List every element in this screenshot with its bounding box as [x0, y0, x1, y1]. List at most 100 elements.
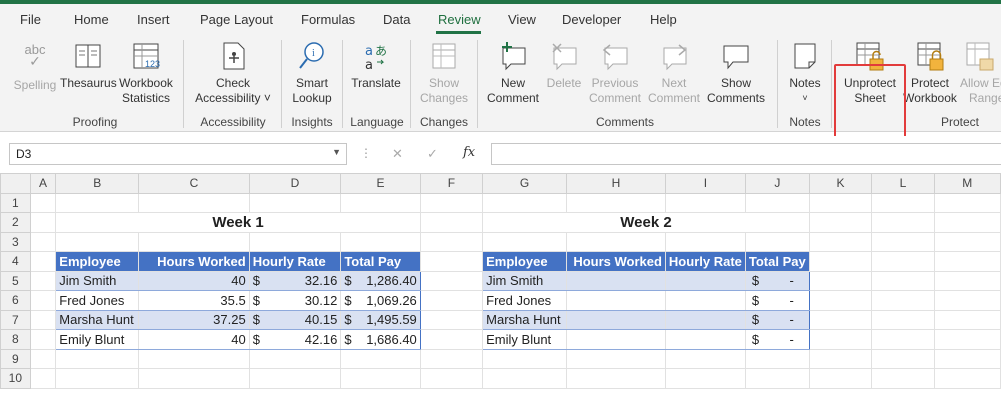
week1-pay-cell[interactable]: $1,495.59	[340, 309, 421, 330]
week1-pay-cell[interactable]: $1,286.40	[340, 270, 421, 291]
cell[interactable]	[29, 251, 57, 272]
row-header[interactable]: 8	[0, 329, 31, 350]
cell[interactable]	[29, 212, 57, 233]
week1-header-employee[interactable]: Employee	[55, 251, 140, 272]
cell[interactable]	[664, 192, 746, 213]
thesaurus-button[interactable]: Thesaurus	[60, 40, 117, 91]
previous-comment-button[interactable]: Previous Comment	[586, 40, 644, 106]
cell[interactable]	[871, 212, 935, 233]
tab-page-layout[interactable]: Page Layout	[200, 12, 273, 27]
cell[interactable]	[933, 348, 1001, 369]
cell[interactable]	[871, 251, 935, 272]
week1-hours-cell[interactable]: 40	[138, 270, 250, 291]
cell[interactable]	[871, 192, 935, 213]
cell[interactable]	[808, 348, 873, 369]
week1-pay-cell[interactable]: $1,686.40	[340, 329, 421, 350]
name-box[interactable]: D3 ▼	[9, 143, 347, 165]
column-header[interactable]: G	[482, 173, 568, 194]
new-comment-button[interactable]: New Comment	[484, 40, 542, 106]
cell[interactable]	[808, 192, 873, 213]
week2-title[interactable]: Week 2	[482, 212, 810, 233]
row-header[interactable]: 4	[0, 251, 31, 272]
week2-rate-cell[interactable]	[664, 309, 746, 330]
cell[interactable]	[933, 270, 1001, 291]
cell[interactable]	[340, 368, 421, 389]
week1-header-rate[interactable]: Hourly Rate	[248, 251, 342, 272]
row-header[interactable]: 3	[0, 231, 31, 252]
column-header[interactable]: B	[55, 173, 140, 194]
row-header[interactable]: 5	[0, 270, 31, 291]
cell[interactable]	[482, 348, 568, 369]
row-header[interactable]: 6	[0, 290, 31, 311]
week1-rate-cell[interactable]: $32.16	[248, 270, 342, 291]
cell[interactable]	[138, 231, 250, 252]
cell[interactable]	[933, 192, 1001, 213]
cell[interactable]	[55, 231, 140, 252]
check-accessibility-button[interactable]: Check Accessibility ˅	[190, 40, 276, 106]
column-header[interactable]: M	[933, 173, 1001, 194]
cell[interactable]	[808, 290, 873, 311]
cell[interactable]	[933, 251, 1001, 272]
cell[interactable]	[871, 329, 935, 350]
chevron-down-icon[interactable]: ▼	[332, 147, 341, 157]
week2-hours-cell[interactable]	[566, 270, 666, 291]
cell[interactable]	[419, 192, 484, 213]
row-header[interactable]: 2	[0, 212, 31, 233]
cell[interactable]	[55, 192, 140, 213]
cell[interactable]	[744, 348, 810, 369]
cell[interactable]	[871, 309, 935, 330]
cell[interactable]	[482, 231, 568, 252]
week2-hours-cell[interactable]	[566, 329, 666, 350]
cell[interactable]	[419, 309, 484, 330]
cell[interactable]	[419, 212, 484, 233]
week1-employee-cell[interactable]: Marsha Hunt	[55, 309, 140, 330]
cell[interactable]	[808, 270, 873, 291]
cell[interactable]	[482, 368, 568, 389]
cell[interactable]	[340, 348, 421, 369]
week2-pay-cell[interactable]: $ -	[744, 290, 810, 311]
week2-header-pay[interactable]: Total Pay	[744, 251, 810, 272]
workbook-statistics-button[interactable]: 123 Workbook Statistics	[117, 40, 175, 106]
translate-button[interactable]: aあa Translate	[347, 40, 405, 91]
week2-hours-cell[interactable]	[566, 290, 666, 311]
cell[interactable]	[933, 368, 1001, 389]
column-header[interactable]: D	[248, 173, 342, 194]
cell[interactable]	[248, 348, 342, 369]
week2-header-employee[interactable]: Employee	[482, 251, 568, 272]
notes-button[interactable]: Notes ˅	[783, 40, 827, 106]
column-header[interactable]: C	[138, 173, 250, 194]
cell[interactable]	[664, 231, 746, 252]
tab-data[interactable]: Data	[383, 12, 410, 27]
week1-rate-cell[interactable]: $30.12	[248, 290, 342, 311]
enter-icon[interactable]: ✓	[427, 146, 438, 162]
more-icon[interactable]: ⋮	[360, 146, 372, 160]
cell[interactable]	[340, 192, 421, 213]
cell[interactable]	[29, 290, 57, 311]
week1-hours-cell[interactable]: 40	[138, 329, 250, 350]
tab-view[interactable]: View	[508, 12, 536, 27]
cell[interactable]	[482, 192, 568, 213]
week2-employee-cell[interactable]: Jim Smith	[482, 270, 568, 291]
week2-rate-cell[interactable]	[664, 290, 746, 311]
week1-header-hours[interactable]: Hours Worked	[138, 251, 250, 272]
tab-formulas[interactable]: Formulas	[301, 12, 355, 27]
cell[interactable]	[419, 290, 484, 311]
row-header[interactable]: 7	[0, 309, 31, 330]
cell[interactable]	[248, 231, 342, 252]
tab-file[interactable]: File	[20, 12, 41, 27]
cell[interactable]	[340, 231, 421, 252]
cell[interactable]	[808, 231, 873, 252]
week2-pay-cell[interactable]: $ -	[744, 309, 810, 330]
column-header[interactable]: K	[808, 173, 873, 194]
column-header[interactable]: A	[29, 173, 57, 194]
cell[interactable]	[566, 348, 666, 369]
cell[interactable]	[933, 231, 1001, 252]
tab-developer[interactable]: Developer	[562, 12, 621, 27]
cell[interactable]	[419, 329, 484, 350]
week1-hours-cell[interactable]: 37.25	[138, 309, 250, 330]
week1-rate-cell[interactable]: $42.16	[248, 329, 342, 350]
cell[interactable]	[871, 231, 935, 252]
cell[interactable]	[744, 231, 810, 252]
cell[interactable]	[933, 290, 1001, 311]
week2-rate-cell[interactable]	[664, 270, 746, 291]
